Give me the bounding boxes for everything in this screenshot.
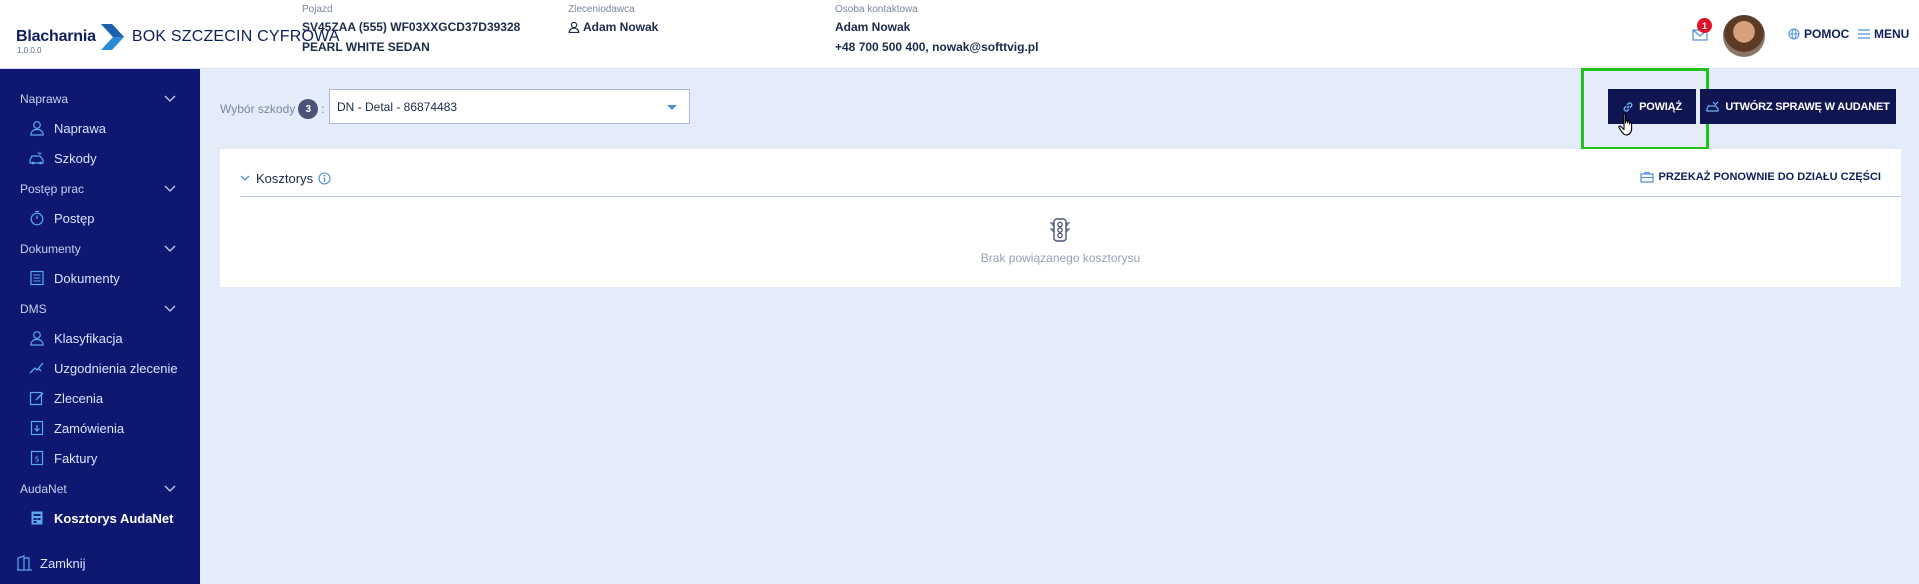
vehicle-line2: PEARL WHITE SEDAN: [302, 40, 430, 54]
sidebar-item-szkody[interactable]: Szkody: [29, 150, 97, 166]
damage-selector-label: Wybór szkody 3 :: [220, 99, 325, 119]
damage-select-value: DN - Detal - 86874483: [337, 99, 458, 114]
avatar[interactable]: [1723, 15, 1765, 57]
globe-icon: [1788, 28, 1800, 40]
estimate-icon: [31, 511, 43, 525]
sidebar-item-postep[interactable]: Postęp: [29, 210, 94, 226]
hand-cursor-icon: [1618, 113, 1633, 136]
menu-button[interactable]: MENU: [1858, 27, 1909, 41]
sidebar-item-dokumenty[interactable]: Dokumenty: [29, 270, 120, 286]
briefcase-icon: [1639, 171, 1654, 183]
estimate-panel-header[interactable]: Kosztorys: [240, 171, 337, 186]
handshake-icon: [29, 362, 44, 374]
client-info: Zleceniodawca Adam Nowak: [568, 4, 658, 37]
sidebar-item-label: Postęp: [54, 210, 95, 226]
hamburger-icon: [1858, 29, 1870, 39]
brand-name: Blacharnia: [16, 28, 96, 45]
sidebar-item-label: Dokumenty: [54, 270, 120, 286]
sidebar-item-klasyfikacja[interactable]: Klasyfikacja: [29, 330, 123, 346]
vehicle-line1: SV45ZAA (555) WF03XXGCD37D39328: [302, 20, 521, 34]
help-button[interactable]: POMOC: [1788, 27, 1849, 41]
create-audanet-case-label: UTWÓRZ SPRAWĘ W AUDANET: [1725, 100, 1890, 113]
sidebar-close-button[interactable]: Zamknij: [16, 555, 86, 571]
empty-estimate-text: Brak powiązanego kosztorysu: [980, 251, 1141, 265]
create-audanet-case-button[interactable]: UTWÓRZ SPRAWĘ W AUDANET: [1700, 89, 1896, 124]
sidebar-item-faktury[interactable]: $ Faktury: [29, 450, 97, 466]
vehicle-label: Pojazd: [302, 4, 333, 15]
sidebar-section-dokumenty[interactable]: Dokumenty: [20, 242, 176, 256]
contact-info: Osoba kontaktowa Adam Nowak +48 700 500 …: [835, 4, 1038, 57]
menu-label: MENU: [1874, 27, 1910, 41]
panel-divider: [240, 196, 1901, 197]
svg-text:$: $: [34, 455, 39, 464]
sidebar-item-naprawa[interactable]: Naprawa: [29, 120, 106, 136]
brand-logo-icon: [100, 24, 124, 50]
sidebar-item-label: Faktury: [54, 450, 98, 466]
client-row: Adam Nowak: [568, 17, 658, 37]
sidebar: Naprawa Naprawa Szkody Postęp prac Postę…: [0, 69, 200, 584]
info-icon[interactable]: [318, 172, 331, 185]
sidebar-item-uzgodnienia-zlecenie[interactable]: Uzgodnienia zlecenie: [29, 360, 178, 376]
sidebar-item-label: Kosztorys AudaNet: [54, 510, 174, 526]
invoice-icon: $: [30, 450, 44, 466]
chevron-down-icon: [164, 185, 176, 192]
sidebar-section-label: Dokumenty: [20, 242, 81, 256]
sidebar-section-postep-prac[interactable]: Postęp prac: [20, 182, 176, 196]
brand[interactable]: Blacharnia BOK SZCZECIN CYFROWA: [16, 22, 340, 52]
sidebar-item-kosztorys-audanet[interactable]: Kosztorys AudaNet: [29, 510, 173, 526]
user-icon: [568, 21, 580, 33]
damage-select[interactable]: DN - Detal - 86874483: [329, 89, 690, 124]
sidebar-section-label: Postęp prac: [20, 182, 85, 196]
sidebar-section-label: AudaNet: [20, 482, 67, 496]
sidebar-item-label: Klasyfikacja: [54, 330, 123, 346]
sidebar-section-audanet[interactable]: AudaNet: [20, 482, 176, 496]
exit-icon: [17, 555, 32, 571]
top-header: Blacharnia BOK SZCZECIN CYFROWA 1.0.0.0 …: [0, 0, 1919, 69]
caret-down-icon: [667, 105, 677, 110]
sidebar-item-zamowienia[interactable]: Zamówienia: [29, 420, 124, 436]
app-version: 1.0.0.0: [17, 46, 42, 55]
car-damage-icon: [29, 151, 44, 165]
help-label: POMOC: [1804, 27, 1850, 41]
sidebar-section-dms[interactable]: DMS: [20, 302, 176, 316]
highlight-box: [1581, 68, 1709, 150]
edit-icon: [29, 391, 44, 406]
contact-name: Adam Nowak: [835, 20, 911, 34]
document-icon: [30, 270, 44, 286]
chevron-down-icon: [164, 245, 176, 252]
user-icon: [30, 121, 44, 136]
chevron-down-icon: [164, 305, 176, 312]
car-link-icon: [1706, 101, 1719, 112]
contact-label: Osoba kontaktowa: [835, 4, 918, 15]
sidebar-section-label: Naprawa: [20, 92, 69, 106]
sidebar-item-label: Zamówienia: [54, 420, 125, 436]
resend-to-parts-label: PRZEKAŻ PONOWNIE DO DZIAŁU CZĘŚCI: [1658, 171, 1881, 183]
estimate-panel: Kosztorys PRZEKAŻ PONOWNIE DO DZIAŁU CZĘ…: [220, 149, 1901, 287]
client-label: Zleceniodawca: [568, 4, 635, 15]
chevron-down-icon: [240, 175, 250, 181]
resend-to-parts-button[interactable]: PRZEKAŻ PONOWNIE DO DZIAŁU CZĘŚCI: [1639, 171, 1881, 183]
stopwatch-icon: [30, 210, 44, 226]
traffic-light-icon: [1049, 218, 1071, 242]
sidebar-item-label: Zlecenia: [54, 390, 104, 406]
contact-details: +48 700 500 400, nowak@softtvig.pl: [835, 40, 1039, 54]
sidebar-item-label: Szkody: [54, 150, 97, 166]
sidebar-item-label: Uzgodnienia zlecenie: [54, 360, 178, 376]
vehicle-info: Pojazd SV45ZAA (555) WF03XXGCD37D39328 P…: [302, 4, 520, 57]
sidebar-section-naprawa[interactable]: Naprawa: [20, 92, 176, 106]
order-icon: [30, 420, 44, 436]
client-name: Adam Nowak: [583, 20, 659, 34]
damage-label-separator: :: [321, 102, 325, 116]
user-icon: [30, 331, 44, 346]
chevron-down-icon: [164, 485, 176, 492]
chevron-down-icon: [164, 95, 176, 102]
sidebar-item-zlecenia[interactable]: Zlecenia: [29, 390, 103, 406]
sidebar-section-label: DMS: [20, 302, 47, 316]
close-label: Zamknij: [40, 555, 86, 571]
damage-label-text: Wybór szkody: [220, 102, 296, 116]
sidebar-item-label: Naprawa: [54, 120, 107, 136]
notification-badge: 1: [1697, 18, 1712, 33]
estimate-panel-title: Kosztorys: [256, 171, 314, 186]
damage-count-badge: 3: [298, 99, 319, 119]
